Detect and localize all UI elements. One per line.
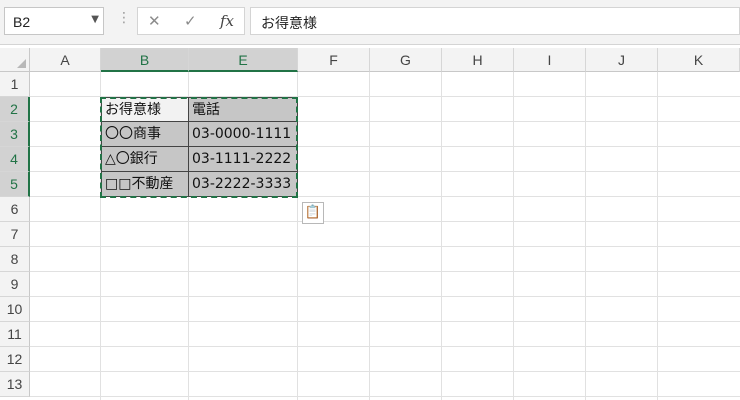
row-header-6[interactable]: 6 <box>0 197 30 222</box>
row-header-13[interactable]: 13 <box>0 372 30 397</box>
row-header-10[interactable]: 10 <box>0 297 30 322</box>
cell-e4[interactable]: 03-1111-2222 <box>189 147 298 172</box>
formula-bar: B2 ▼ ⋮ ✕ ✓ fx お得意様 <box>0 0 740 45</box>
row-header-8[interactable]: 8 <box>0 247 30 272</box>
row-header-11[interactable]: 11 <box>0 322 30 347</box>
more-options-icon: ⋮ <box>117 10 131 26</box>
gridline <box>30 246 740 247</box>
row-header-5[interactable]: 5 <box>0 172 30 197</box>
column-header-b[interactable]: B <box>101 48 189 72</box>
cell-b4[interactable]: △〇銀行 <box>101 147 189 172</box>
chevron-down-icon[interactable]: ▼ <box>91 14 99 25</box>
gridline <box>30 321 740 322</box>
column-header-g[interactable]: G <box>370 48 442 72</box>
formula-buttons: ✕ ✓ fx <box>137 7 245 35</box>
column-header-j[interactable]: J <box>586 48 658 72</box>
insert-function-icon[interactable]: fx <box>220 12 234 30</box>
column-header-f[interactable]: F <box>298 48 370 72</box>
row-header-2[interactable]: 2 <box>0 97 30 122</box>
column-header-a[interactable]: A <box>30 48 101 72</box>
formula-text: お得意様 <box>261 16 317 32</box>
row-header-1[interactable]: 1 <box>0 72 30 97</box>
enter-icon[interactable]: ✓ <box>184 12 197 30</box>
cancel-icon[interactable]: ✕ <box>148 12 161 30</box>
gridline <box>30 396 740 397</box>
column-header-h[interactable]: H <box>442 48 514 72</box>
column-header-i[interactable]: I <box>514 48 586 72</box>
gridline <box>30 296 740 297</box>
gridline <box>30 271 740 272</box>
column-header-e[interactable]: E <box>189 48 298 72</box>
cell-b5[interactable]: □□不動産 <box>101 172 189 197</box>
cell-b3[interactable]: 〇〇商事 <box>101 122 189 147</box>
cell-e3[interactable]: 03-0000-1111 <box>189 122 298 147</box>
gridline <box>30 346 740 347</box>
row-header-9[interactable]: 9 <box>0 272 30 297</box>
gridline <box>30 371 740 372</box>
row-header-3[interactable]: 3 <box>0 122 30 147</box>
cell-e5[interactable]: 03-2222-3333 <box>189 172 298 197</box>
row-header-12[interactable]: 12 <box>0 347 30 372</box>
name-box-value: B2 <box>13 14 31 30</box>
row-header-4[interactable]: 4 <box>0 147 30 172</box>
cell-b2[interactable]: お得意様 <box>101 97 189 122</box>
column-header-k[interactable]: K <box>658 48 740 72</box>
paste-options-icon[interactable]: 📋 <box>302 202 324 224</box>
name-box[interactable]: B2 ▼ <box>4 7 104 35</box>
cell-e2[interactable]: 電話 <box>189 97 298 122</box>
gridline <box>30 221 740 222</box>
select-all-button[interactable] <box>0 48 30 72</box>
row-header-7[interactable]: 7 <box>0 222 30 247</box>
formula-input[interactable]: お得意様 <box>250 7 740 35</box>
select-all-icon <box>17 59 26 68</box>
